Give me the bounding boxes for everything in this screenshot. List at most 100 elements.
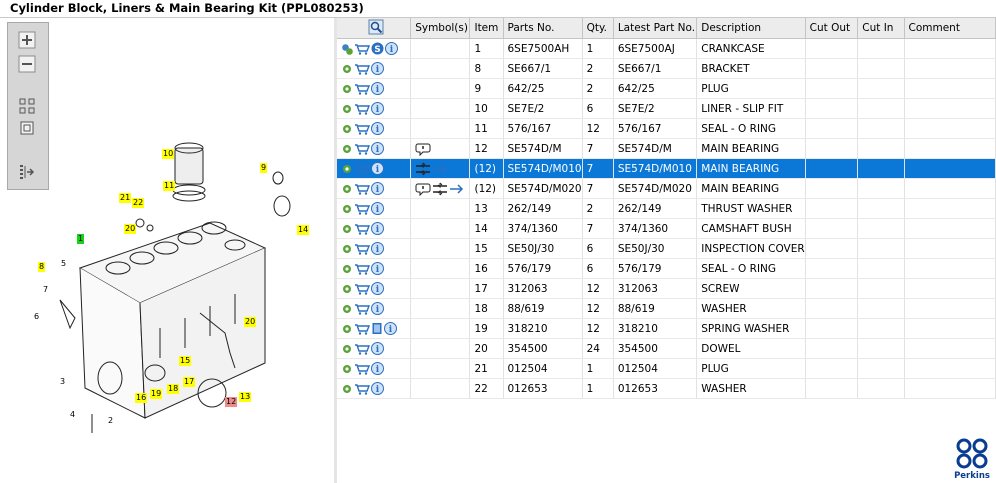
settings-gear-icon[interactable] — [341, 303, 353, 315]
callout-10[interactable]: 10 — [162, 149, 175, 159]
shopping-cart-icon[interactable] — [354, 103, 370, 115]
table-row[interactable]: i 8 SE667/1 2 SE667/1 BRACKET — [337, 58, 996, 79]
settings-gear-icon[interactable] — [341, 203, 353, 215]
settings-gear-icon[interactable] — [341, 323, 353, 335]
info-icon[interactable]: i — [371, 182, 384, 195]
shopping-cart-icon[interactable] — [354, 63, 370, 75]
table-row[interactable]: i (12) SE574D/M010 7 SE574D/M010 MAIN BEARING — [337, 158, 996, 179]
table-row[interactable]: i 13 262/149 2 262/149 THRUST WASHER — [337, 198, 996, 219]
table-row[interactable]: i 12 SE574D/M 7 SE574D/M MAIN BEARING — [337, 138, 996, 159]
settings-gears-icon[interactable] — [341, 43, 353, 55]
info-icon[interactable]: i — [371, 102, 384, 115]
shopping-cart-icon[interactable] — [354, 123, 370, 135]
supersession-icon[interactable]: S — [371, 42, 384, 55]
callout-12[interactable]: 12 — [225, 397, 238, 407]
settings-gear-icon[interactable] — [341, 163, 353, 175]
shopping-cart-icon[interactable] — [354, 263, 370, 275]
callout-16[interactable]: 16 — [135, 393, 148, 403]
document-book-icon[interactable] — [371, 322, 383, 335]
note-callout-icon[interactable] — [415, 182, 431, 196]
table-row[interactable]: i 21 012504 1 012504 PLUG — [337, 358, 996, 379]
column-header-qty[interactable]: Qty. — [582, 18, 614, 39]
table-row[interactable]: i (12) SE574D/M020 7 SE574D/M020 MAIN BEARING — [337, 178, 996, 199]
callout-6[interactable]: 6 — [33, 312, 40, 322]
callout-13[interactable]: 13 — [239, 392, 252, 402]
table-row[interactable]: Si 1 6SE7500AH 1 6SE7500AJ CRANKCASE — [337, 38, 996, 59]
info-icon[interactable]: i — [371, 82, 384, 95]
shopping-cart-icon[interactable] — [354, 283, 370, 295]
info-icon[interactable]: i — [371, 202, 384, 215]
table-row[interactable]: i 16 576/179 6 576/179 SEAL - O RING — [337, 258, 996, 279]
callout-5[interactable]: 5 — [60, 259, 67, 269]
callout-17[interactable]: 17 — [183, 377, 196, 387]
column-header-cut-in[interactable]: Cut In — [857, 18, 905, 39]
shopping-cart-icon[interactable] — [354, 43, 370, 55]
shopping-cart-icon[interactable] — [354, 343, 370, 355]
column-header-symbols[interactable]: Symbol(s) — [410, 18, 471, 39]
table-row[interactable]: i 10 SE7E/2 6 SE7E/2 LINER - SLIP FIT — [337, 98, 996, 119]
callout-14[interactable]: 14 — [297, 225, 310, 235]
callout-19[interactable]: 19 — [150, 389, 163, 399]
illustration-pane[interactable]: 10 11 9 14 21 22 20 1 8 5 7 6 20 15 3 17… — [0, 18, 335, 483]
info-icon[interactable]: i — [371, 382, 384, 395]
settings-gear-icon[interactable] — [341, 143, 353, 155]
info-icon[interactable]: i — [371, 62, 384, 75]
shopping-cart-icon[interactable] — [354, 163, 370, 175]
settings-gear-icon[interactable] — [341, 123, 353, 135]
settings-gear-icon[interactable] — [341, 223, 353, 235]
table-row[interactable]: i 17 312063 12 312063 SCREW — [337, 278, 996, 299]
info-icon[interactable]: i — [371, 362, 384, 375]
table-row[interactable]: i 22 012653 1 012653 WASHER — [337, 378, 996, 399]
callout-18[interactable]: 18 — [167, 384, 180, 394]
shopping-cart-icon[interactable] — [354, 323, 370, 335]
column-header-parts-no[interactable]: Parts No. — [503, 18, 583, 39]
callout-8[interactable]: 8 — [38, 262, 46, 272]
zoom-in-icon[interactable] — [16, 29, 38, 51]
shopping-cart-icon[interactable] — [354, 203, 370, 215]
shopping-cart-icon[interactable] — [354, 303, 370, 315]
shopping-cart-icon[interactable] — [354, 383, 370, 395]
info-icon[interactable]: i — [371, 122, 384, 135]
settings-gear-icon[interactable] — [341, 63, 353, 75]
info-icon[interactable]: i — [371, 162, 384, 175]
callout-22[interactable]: 22 — [132, 198, 145, 208]
table-row[interactable]: i 11 576/167 12 576/167 SEAL - O RING — [337, 118, 996, 139]
column-header-item[interactable]: Item — [469, 18, 504, 39]
info-icon[interactable]: i — [371, 222, 384, 235]
settings-gear-icon[interactable] — [341, 243, 353, 255]
table-row[interactable]: i 19 318210 12 318210 SPRING WASHER — [337, 318, 996, 339]
callout-20[interactable]: 20 — [124, 224, 137, 234]
info-icon[interactable]: i — [371, 302, 384, 315]
callout-2[interactable]: 2 — [107, 416, 114, 426]
table-row[interactable]: i 20 354500 24 354500 DOWEL — [337, 338, 996, 359]
info-icon[interactable]: i — [371, 342, 384, 355]
info-icon[interactable]: i — [371, 242, 384, 255]
settings-gear-icon[interactable] — [341, 103, 353, 115]
callout-7[interactable]: 7 — [42, 285, 49, 295]
column-header-cut-out[interactable]: Cut Out — [805, 18, 859, 39]
callout-15[interactable]: 15 — [179, 356, 192, 366]
settings-gear-icon[interactable] — [341, 263, 353, 275]
info-icon[interactable]: i — [384, 322, 397, 335]
table-row[interactable]: i 14 374/1360 7 374/1360 CAMSHAFT BUSH — [337, 218, 996, 239]
info-icon[interactable]: i — [371, 282, 384, 295]
settings-gear-icon[interactable] — [341, 183, 353, 195]
callout-20-b[interactable]: 20 — [244, 317, 257, 327]
zoom-out-icon[interactable] — [16, 53, 38, 75]
fit-view-icon[interactable] — [16, 95, 38, 117]
callout-9[interactable]: 9 — [260, 163, 268, 173]
column-header-comment[interactable]: Comment — [904, 18, 996, 39]
info-icon[interactable]: i — [371, 262, 384, 275]
settings-gear-icon[interactable] — [341, 83, 353, 95]
column-header-description[interactable]: Description — [696, 18, 806, 39]
search-icon[interactable] — [368, 19, 384, 35]
table-row[interactable]: i 18 88/619 12 88/619 WASHER — [337, 298, 996, 319]
shopping-cart-icon[interactable] — [354, 243, 370, 255]
note-callout-icon[interactable] — [415, 142, 431, 156]
table-row[interactable]: i 15 SE50J/30 6 SE50J/30 INSPECTION COVER — [337, 238, 996, 259]
info-icon[interactable]: i — [385, 42, 398, 55]
callout-3[interactable]: 3 — [59, 377, 66, 387]
settings-gear-icon[interactable] — [341, 383, 353, 395]
shopping-cart-icon[interactable] — [354, 183, 370, 195]
info-icon[interactable]: i — [371, 142, 384, 155]
